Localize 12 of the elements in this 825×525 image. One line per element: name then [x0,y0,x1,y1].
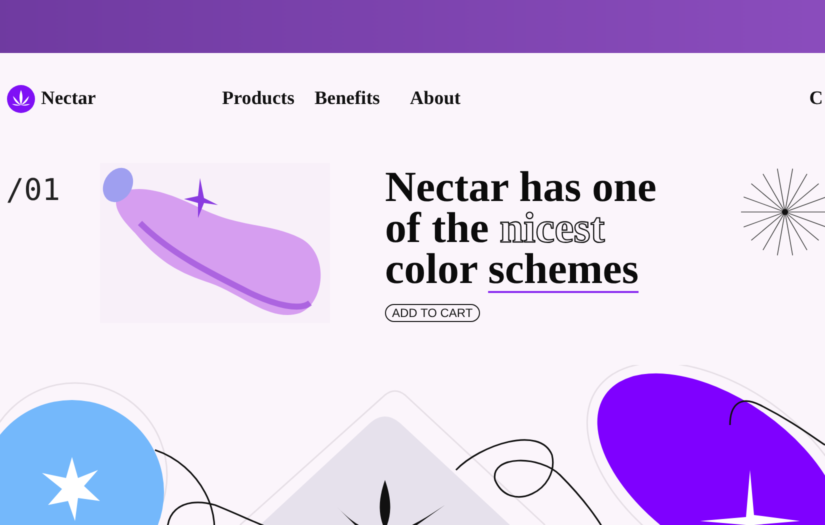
hero-headline: Nectar has one of the nicest color schemes [385,167,657,290]
brand-name[interactable]: Nectar [41,88,96,110]
nav-link[interactable]: Products [222,88,294,110]
nav-link[interactable]: About [410,88,461,110]
add-to-cart-button[interactable]: ADD TO CART [385,304,480,322]
asterisk-icon [42,457,100,521]
slide-number: /01 [6,173,62,210]
nav-link[interactable]: C [809,88,823,110]
nav-link[interactable]: Benefits [314,88,380,110]
sparkle-icon [700,470,800,525]
leaf-logo-icon[interactable] [7,85,35,113]
starburst-icon [740,167,825,257]
